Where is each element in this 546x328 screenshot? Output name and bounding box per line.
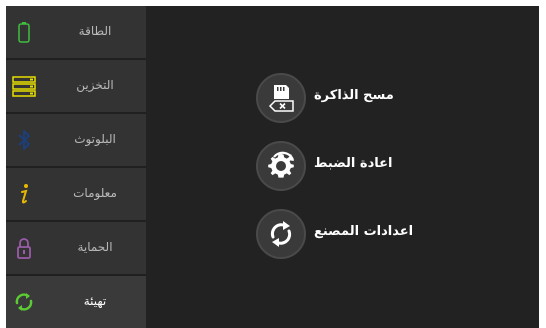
sidebar-item-format[interactable]: تهيئة	[6, 276, 146, 328]
factory-settings-button[interactable]: اعدادات المصنع	[256, 209, 526, 259]
sidebar-item-label: تهيئة	[83, 294, 107, 308]
sidebar-item-label: الحماية	[77, 240, 113, 254]
sidebar-item-power[interactable]: الطاقة	[6, 6, 146, 60]
bluetooth-icon	[12, 128, 36, 152]
clear-memory-button[interactable]: مسح الذاكرة	[256, 73, 526, 123]
reset-settings-label: اعادة الضبط	[314, 156, 393, 171]
sidebar-item-label: الطاقة	[78, 24, 112, 38]
settings-screen: الطاقة التخزين البلوتوث معلومات الحماية …	[6, 6, 539, 328]
sync-icon	[12, 290, 36, 314]
sidebar-item-label: التخزين	[76, 78, 114, 92]
sidebar-item-storage[interactable]: التخزين	[6, 60, 146, 114]
factory-settings-label: اعدادات المصنع	[314, 224, 414, 239]
refresh-icon	[256, 209, 306, 259]
sidebar-item-label: البلوتوث	[74, 132, 116, 146]
sd-card-clear-icon	[256, 73, 306, 123]
clear-memory-label: مسح الذاكرة	[314, 88, 394, 103]
sidebar: الطاقة التخزين البلوتوث معلومات الحماية …	[6, 6, 146, 328]
sidebar-item-label: معلومات	[73, 186, 117, 200]
sidebar-item-bluetooth[interactable]: البلوتوث	[6, 114, 146, 168]
reset-settings-button[interactable]: اعادة الضبط	[256, 141, 526, 191]
lock-icon	[12, 236, 36, 260]
gear-reset-icon	[256, 141, 306, 191]
sidebar-item-info[interactable]: معلومات	[6, 168, 146, 222]
sidebar-item-security[interactable]: الحماية	[6, 222, 146, 276]
info-icon	[12, 182, 36, 206]
storage-icon	[12, 74, 36, 98]
battery-icon	[12, 20, 36, 44]
main-panel: مسح الذاكرة اعادة الضبط اعدادات المصنع	[146, 6, 539, 328]
